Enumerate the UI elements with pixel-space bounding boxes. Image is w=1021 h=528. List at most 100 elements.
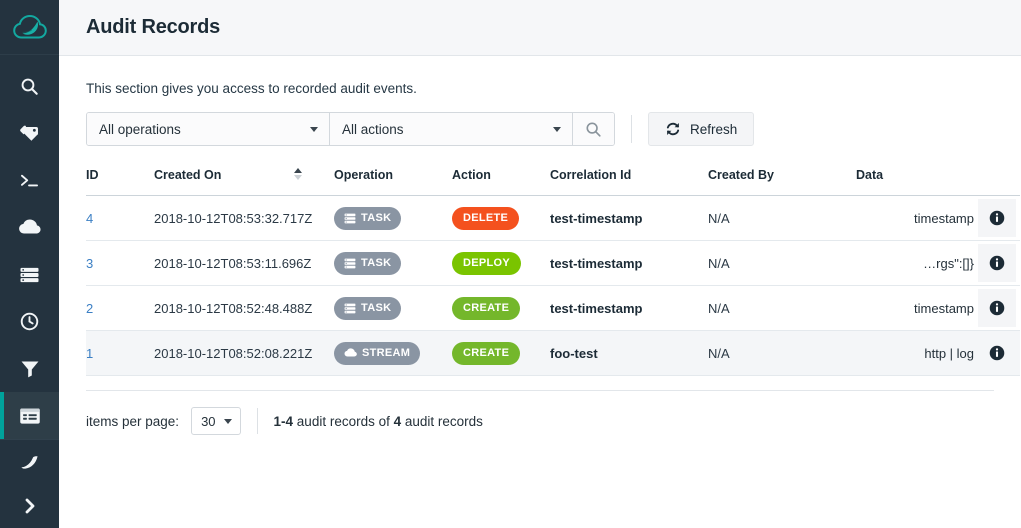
column-header-id-label: ID (86, 168, 99, 182)
main-area: Audit Records This section gives you acc… (59, 0, 1021, 528)
refresh-button[interactable]: Refresh (648, 112, 755, 146)
pagination-bar: items per page: 30 1-4 audit records of … (86, 390, 994, 435)
cell-id: 3 (86, 240, 154, 286)
column-header-id[interactable]: ID (86, 162, 154, 196)
table-row[interactable]: 3 2018-10-12T08:53:11.696Z TASK DEPLOY t… (86, 240, 1020, 286)
action-badge: CREATE (452, 296, 521, 320)
chevron-down-icon (553, 127, 561, 132)
column-header-created-on-label: Created On (154, 168, 222, 182)
cell-info (974, 330, 1020, 376)
clock-icon (20, 312, 39, 331)
table-row[interactable]: 2 2018-10-12T08:52:48.488Z TASK CREATE t… (86, 285, 1020, 331)
sort-indicator[interactable] (294, 168, 303, 180)
record-id-link[interactable]: 3 (86, 256, 93, 271)
info-icon (989, 300, 1005, 316)
sidebar-expand-toggle[interactable] (0, 484, 59, 528)
created-by-value: N/A (708, 255, 730, 271)
cell-data: timestamp (856, 285, 974, 331)
created-on-value: 2018-10-12T08:53:32.717Z (154, 210, 313, 226)
sidebar-item-jobs[interactable] (0, 298, 59, 345)
sidebar (0, 0, 59, 528)
app-logo[interactable] (0, 0, 59, 55)
refresh-icon (666, 122, 680, 136)
items-per-page-select[interactable]: 30 (191, 407, 241, 435)
cloud-icon (19, 219, 41, 234)
page-content: This section gives you access to recorde… (59, 56, 1021, 528)
info-button[interactable] (978, 199, 1016, 237)
column-header-action-label: Action (452, 168, 491, 182)
cell-id: 2 (86, 285, 154, 331)
tags-icon (20, 125, 38, 141)
operation-badge-label: TASK (361, 212, 392, 224)
chevron-down-icon (223, 419, 232, 424)
sidebar-item-about[interactable] (0, 440, 59, 484)
column-header-created-on[interactable]: Created On (154, 162, 334, 196)
sidebar-item-streams[interactable] (0, 204, 59, 251)
info-button[interactable] (978, 244, 1016, 282)
cell-created-by: N/A (708, 285, 856, 331)
column-header-operation-label: Operation (334, 168, 394, 182)
sidebar-item-apps[interactable] (0, 110, 59, 157)
pager-divider (256, 408, 258, 434)
cell-action: DEPLOY (452, 240, 550, 286)
sidebar-bottom-group (0, 439, 59, 528)
record-id-link[interactable]: 1 (86, 346, 93, 361)
sidebar-item-audit-records[interactable] (0, 392, 59, 439)
column-header-correlation-id[interactable]: Correlation Id (550, 162, 708, 196)
created-by-value: N/A (708, 345, 730, 361)
operations-select[interactable]: All operations (87, 113, 330, 145)
items-per-page-label: items per page: (86, 413, 180, 429)
cell-created-by: N/A (708, 240, 856, 286)
audit-records-page: Audit Records This section gives you acc… (0, 0, 1021, 528)
cell-data: http | log (856, 330, 974, 376)
created-on-value: 2018-10-12T08:53:11.696Z (154, 255, 312, 271)
created-on-value: 2018-10-12T08:52:48.488Z (154, 300, 313, 316)
cell-correlation-id: test-timestamp (550, 195, 708, 241)
data-value: …rgs":[]} (923, 255, 974, 271)
server-icon (344, 213, 356, 224)
action-badge: CREATE (452, 341, 521, 365)
pagination-total-suffix: audit records (401, 413, 483, 429)
action-badge-label: DELETE (463, 212, 509, 224)
cell-action: CREATE (452, 285, 550, 331)
record-id-link[interactable]: 4 (86, 211, 93, 226)
spring-cloud-data-flow-logo (12, 14, 47, 39)
sidebar-item-search[interactable] (0, 63, 59, 110)
records-icon (19, 408, 40, 424)
table-row[interactable]: 1 2018-10-12T08:52:08.221Z STREAM CREATE… (86, 330, 1020, 376)
data-value: timestamp (914, 210, 974, 226)
search-icon (21, 78, 38, 95)
info-button[interactable] (978, 334, 1016, 372)
table-head: ID Created On Operation Action Correlati… (86, 162, 1020, 196)
sidebar-item-shell[interactable] (0, 157, 59, 204)
page-title: Audit Records (86, 16, 221, 38)
cell-created-on: 2018-10-12T08:53:11.696Z (154, 240, 334, 286)
info-button[interactable] (978, 289, 1016, 327)
correlation-id-value: test-timestamp (550, 255, 643, 271)
action-badge-label: CREATE (463, 347, 510, 359)
audit-records-table: ID Created On Operation Action Correlati… (86, 162, 1020, 376)
sidebar-item-analytics[interactable] (0, 345, 59, 392)
cell-correlation-id: test-timestamp (550, 285, 708, 331)
cell-info (974, 240, 1020, 286)
cell-operation: TASK (334, 195, 452, 241)
created-by-value: N/A (708, 300, 730, 316)
sidebar-nav (0, 55, 59, 439)
pagination-range-suffix: audit records of (293, 413, 394, 429)
cell-action: CREATE (452, 330, 550, 376)
search-icon (586, 121, 601, 137)
column-header-action[interactable]: Action (452, 162, 550, 196)
column-header-created-by[interactable]: Created By (708, 162, 856, 196)
items-per-page-value: 30 (201, 413, 216, 429)
column-header-operation[interactable]: Operation (334, 162, 452, 196)
actions-select[interactable]: All actions (330, 113, 573, 145)
search-button[interactable] (573, 113, 614, 145)
refresh-button-label: Refresh (690, 121, 738, 137)
record-id-link[interactable]: 2 (86, 301, 93, 316)
chevron-down-icon (310, 127, 318, 132)
column-header-actions (974, 162, 1020, 196)
operation-badge: TASK (334, 206, 402, 230)
column-header-data[interactable]: Data (856, 162, 974, 196)
table-row[interactable]: 4 2018-10-12T08:53:32.717Z TASK DELETE t… (86, 195, 1020, 241)
sidebar-item-tasks[interactable] (0, 251, 59, 298)
